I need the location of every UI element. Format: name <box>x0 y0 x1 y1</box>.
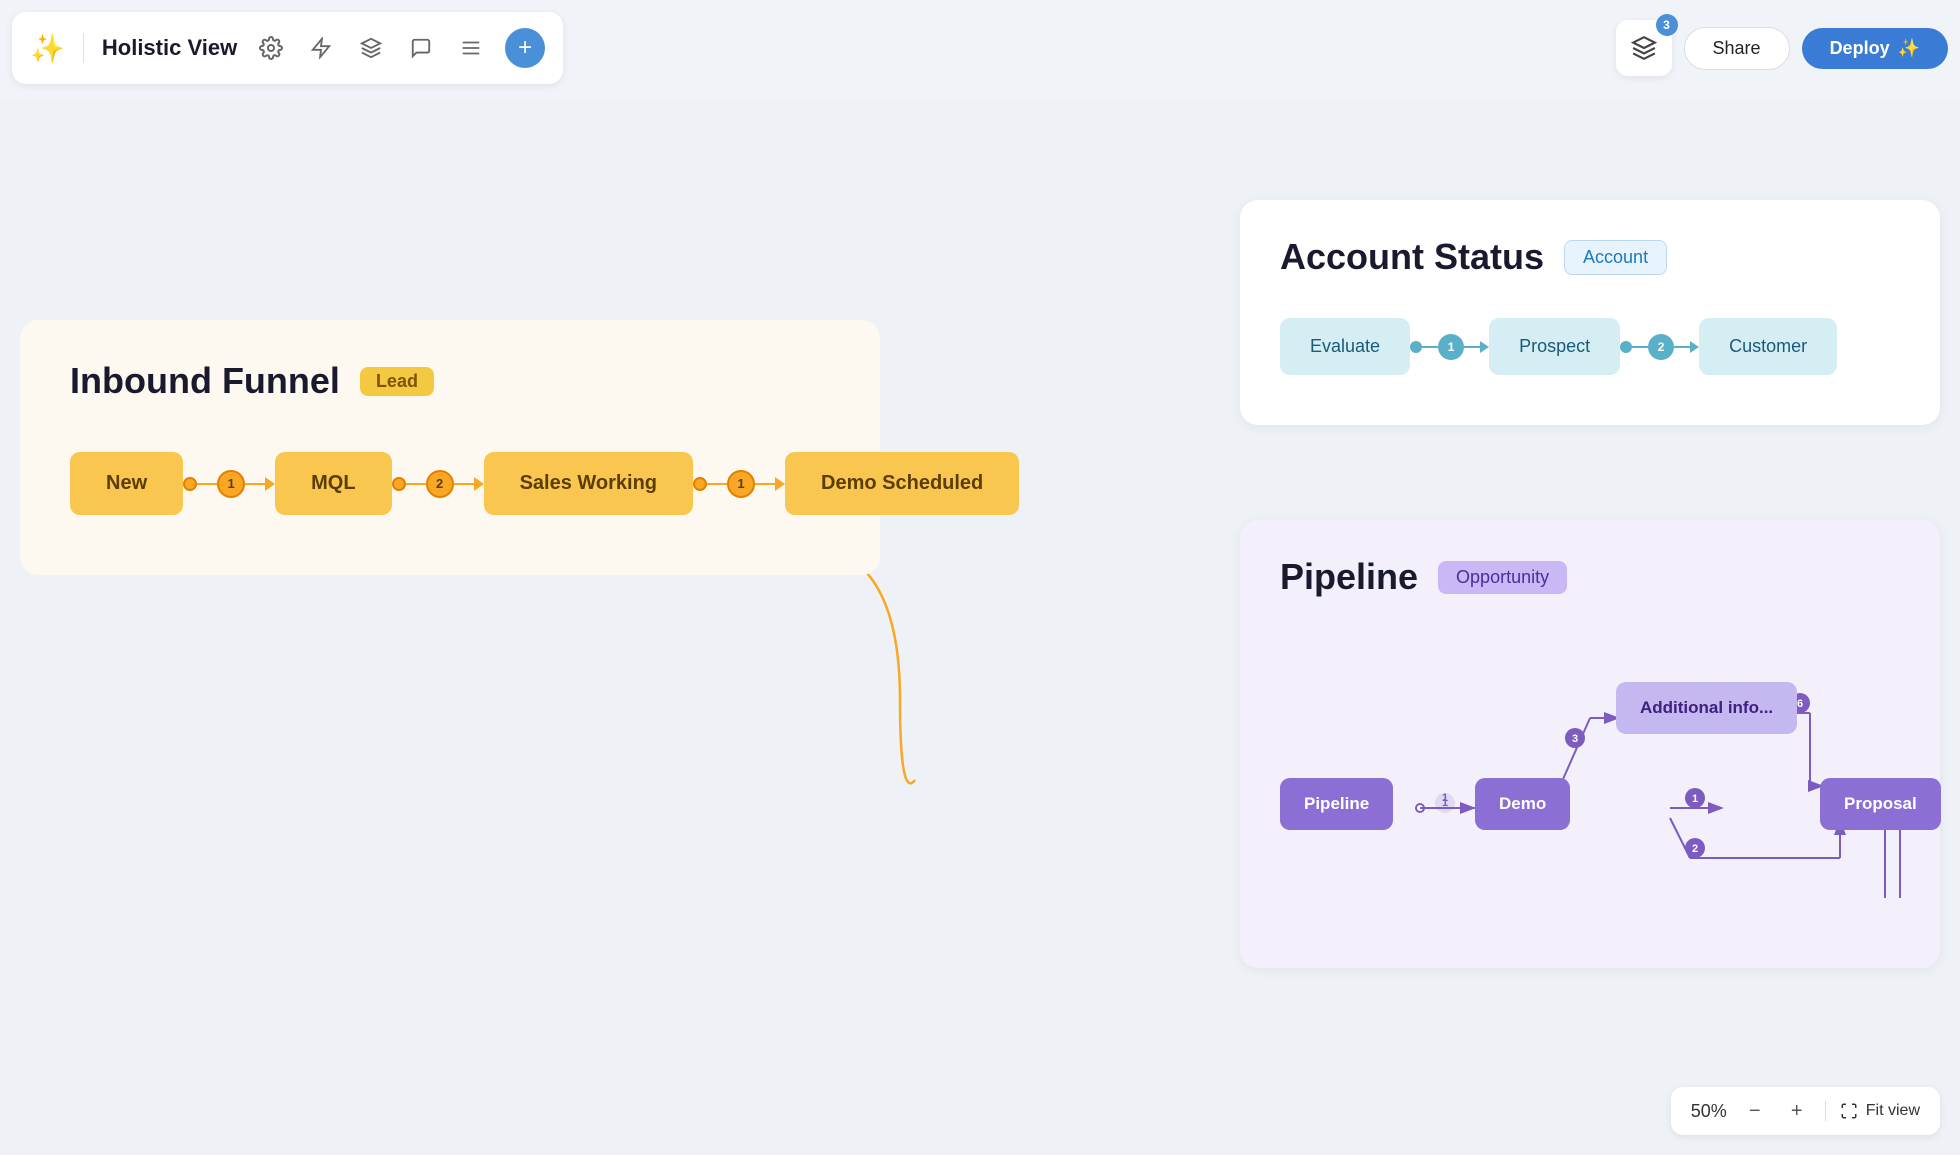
connector-line <box>406 483 426 485</box>
connector-arrow <box>265 477 275 491</box>
funnel-node-new[interactable]: New <box>70 452 183 515</box>
fit-view-button[interactable]: Fit view <box>1840 1102 1920 1120</box>
inbound-funnel-container: Inbound Funnel Lead New 1 MQL <box>20 320 880 575</box>
pipeline-node-proposal[interactable]: Proposal <box>1820 778 1941 830</box>
svg-text:2: 2 <box>1692 843 1698 855</box>
status-line <box>1632 346 1648 348</box>
connector-badge: 1 <box>727 470 755 498</box>
connector-dot <box>392 477 406 491</box>
pipeline-badge: Opportunity <box>1438 561 1567 594</box>
status-node-evaluate[interactable]: Evaluate <box>1280 318 1410 375</box>
zoom-bar: 50% − + Fit view <box>1671 1087 1940 1135</box>
svg-text:3: 3 <box>1572 733 1578 745</box>
connector-badge: 1 <box>217 470 245 498</box>
status-line <box>1422 346 1438 348</box>
pipeline-node-pipeline[interactable]: Pipeline <box>1280 778 1393 830</box>
connector-line <box>197 483 217 485</box>
connector-dot <box>183 477 197 491</box>
status-node-customer[interactable]: Customer <box>1699 318 1837 375</box>
funnel-nodes: New 1 MQL 2 <box>70 452 830 515</box>
zoom-divider <box>1825 1101 1826 1121</box>
funnel-connector-1: 1 <box>183 470 275 498</box>
status-node-prospect[interactable]: Prospect <box>1489 318 1620 375</box>
chat-icon[interactable] <box>405 32 437 64</box>
layers-button[interactable]: 3 <box>1616 20 1672 76</box>
status-line <box>1464 346 1480 348</box>
pipeline-node-demo[interactable]: Demo <box>1475 778 1570 830</box>
toolbar-divider <box>83 33 84 63</box>
svg-text:1: 1 <box>1692 793 1698 805</box>
toolbar: ✨ Holistic View + <box>12 12 563 84</box>
add-button[interactable]: + <box>505 28 545 68</box>
account-status-container: Account Status Account Evaluate 1 Prospe… <box>1240 200 1940 425</box>
connector-line <box>454 483 474 485</box>
status-line <box>1674 346 1690 348</box>
connector-line <box>707 483 727 485</box>
deploy-icon: ✨ <box>1898 38 1920 59</box>
share-button[interactable]: Share <box>1684 27 1790 70</box>
zoom-minus-button[interactable]: − <box>1741 1097 1769 1125</box>
status-badge-num: 2 <box>1648 334 1674 360</box>
status-dot <box>1620 341 1632 353</box>
svg-text:6: 6 <box>1797 698 1803 710</box>
fit-view-label: Fit view <box>1866 1102 1920 1120</box>
funnel-badge: Lead <box>360 367 434 396</box>
connector-badge: 2 <box>426 470 454 498</box>
zoom-plus-button[interactable]: + <box>1783 1097 1811 1125</box>
status-arrow <box>1480 341 1489 353</box>
connector-line <box>245 483 265 485</box>
funnel-title: Inbound Funnel <box>70 360 340 402</box>
status-dot <box>1410 341 1422 353</box>
pipeline-node-additional-info[interactable]: Additional info... <box>1616 682 1797 734</box>
deploy-button[interactable]: Deploy ✨ <box>1802 28 1948 69</box>
pipeline-nodes-area: 1 1 3 6 1 <box>1280 638 1900 918</box>
canvas: Inbound Funnel Lead New 1 MQL <box>0 100 1960 1155</box>
app-title: Holistic View <box>102 35 237 61</box>
account-status-header: Account Status Account <box>1280 236 1900 278</box>
connector-line <box>755 483 775 485</box>
top-right-controls: 3 Share Deploy ✨ <box>1616 12 1948 84</box>
status-connector-2: 2 <box>1620 334 1699 360</box>
account-status-badge: Account <box>1564 240 1667 275</box>
layers-count-badge: 3 <box>1656 14 1678 36</box>
pipeline-title: Pipeline <box>1280 556 1418 598</box>
connector-dot <box>693 477 707 491</box>
gear-icon[interactable] <box>255 32 287 64</box>
funnel-header: Inbound Funnel Lead <box>70 360 830 402</box>
connector-arrow <box>775 477 785 491</box>
lightning-icon[interactable] <box>305 32 337 64</box>
pipeline-header: Pipeline Opportunity <box>1280 556 1900 598</box>
funnel-connector-2: 2 <box>392 470 484 498</box>
funnel-node-mql[interactable]: MQL <box>275 452 391 515</box>
app-logo: ✨ <box>30 32 65 65</box>
status-arrow <box>1690 341 1699 353</box>
layers-icon[interactable] <box>355 32 387 64</box>
menu-icon[interactable] <box>455 32 487 64</box>
zoom-level: 50% <box>1691 1101 1727 1122</box>
status-connector-1: 1 <box>1410 334 1489 360</box>
account-status-title: Account Status <box>1280 236 1544 278</box>
svg-text:1: 1 <box>1442 792 1448 804</box>
funnel-node-demo-scheduled[interactable]: Demo Scheduled <box>785 452 1019 515</box>
funnel-node-sales-working[interactable]: Sales Working <box>484 452 693 515</box>
pipeline-container: Pipeline Opportunity 1 1 3 <box>1240 520 1940 968</box>
funnel-connector-3: 1 <box>693 470 785 498</box>
status-nodes: Evaluate 1 Prospect 2 <box>1280 318 1900 375</box>
svg-text:1: 1 <box>1442 797 1448 809</box>
connector-arrow <box>474 477 484 491</box>
fit-view-icon <box>1840 1102 1858 1120</box>
status-badge-num: 1 <box>1438 334 1464 360</box>
